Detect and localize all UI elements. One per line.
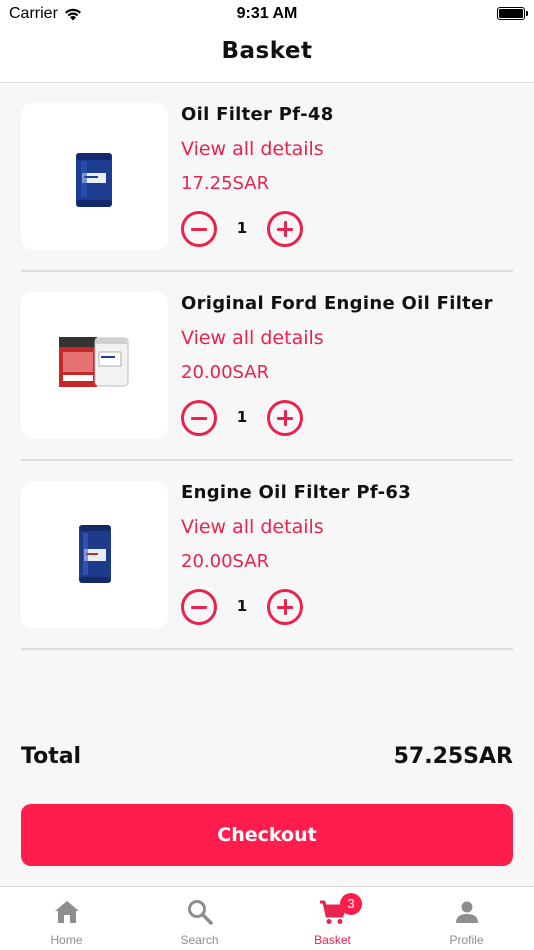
tab-search[interactable]: Search	[133, 887, 266, 950]
quantity-value: 1	[236, 408, 248, 426]
total-label: Total	[21, 744, 82, 769]
page-title: Basket	[221, 38, 313, 64]
product-image[interactable]	[21, 292, 168, 439]
view-details-link[interactable]: View all details	[181, 138, 324, 160]
product-price: 20.00SAR	[181, 362, 270, 383]
tab-label: Basket	[314, 933, 351, 947]
product-name: Oil Filter Pf-48	[181, 104, 334, 125]
oil-filter-blue-icon	[76, 153, 112, 207]
quantity-stepper: 1	[181, 589, 305, 625]
quantity-value: 1	[236, 597, 248, 615]
view-details-link[interactable]: View all details	[181, 516, 324, 538]
tab-label: Profile	[449, 933, 484, 947]
basket-content[interactable]: Oil Filter Pf-48 View all details 17.25S…	[0, 84, 534, 886]
minus-icon	[191, 227, 207, 231]
tab-home[interactable]: Home	[0, 887, 133, 950]
battery-icon	[497, 7, 528, 20]
minus-icon	[191, 416, 207, 420]
increase-quantity-button[interactable]	[267, 211, 303, 247]
oil-filter-box-icon	[59, 337, 129, 387]
cart-item: Original Ford Engine Oil Filter View all…	[21, 273, 513, 461]
product-name: Engine Oil Filter Pf-63	[181, 482, 412, 503]
nav-header: Basket	[0, 28, 534, 83]
cart-item: Oil Filter Pf-48 View all details 17.25S…	[21, 84, 513, 272]
view-details-link[interactable]: View all details	[181, 327, 324, 349]
status-bar: Carrier 9:31 AM	[0, 0, 534, 28]
tab-label: Search	[180, 933, 219, 947]
decrease-quantity-button[interactable]	[181, 589, 217, 625]
product-price: 20.00SAR	[181, 551, 270, 572]
product-image[interactable]	[21, 481, 168, 628]
oil-filter-tall-blue-icon	[79, 525, 111, 583]
total-value: 57.25SAR	[393, 744, 513, 769]
quantity-stepper: 1	[181, 211, 305, 247]
cart-item: Engine Oil Filter Pf-63 View all details…	[21, 462, 513, 650]
search-icon	[187, 900, 213, 925]
quantity-stepper: 1	[181, 400, 305, 436]
product-image[interactable]	[21, 103, 168, 250]
product-name: Original Ford Engine Oil Filter	[181, 293, 493, 314]
checkout-button[interactable]: Checkout	[21, 804, 513, 866]
increase-quantity-button[interactable]	[267, 400, 303, 436]
decrease-quantity-button[interactable]	[181, 211, 217, 247]
increase-quantity-button[interactable]	[267, 589, 303, 625]
tab-bar: Home Search Basket 3 Profile	[0, 886, 534, 950]
product-price: 17.25SAR	[181, 173, 270, 194]
person-icon	[455, 901, 478, 923]
tab-basket[interactable]: Basket	[266, 887, 399, 950]
tab-label: Home	[50, 933, 83, 947]
tab-profile[interactable]: Profile	[400, 887, 533, 950]
decrease-quantity-button[interactable]	[181, 400, 217, 436]
home-icon	[54, 901, 79, 923]
cart-count-badge: 3	[340, 893, 362, 915]
quantity-value: 1	[236, 219, 248, 237]
minus-icon	[191, 605, 207, 609]
clock: 9:31 AM	[236, 5, 298, 22]
